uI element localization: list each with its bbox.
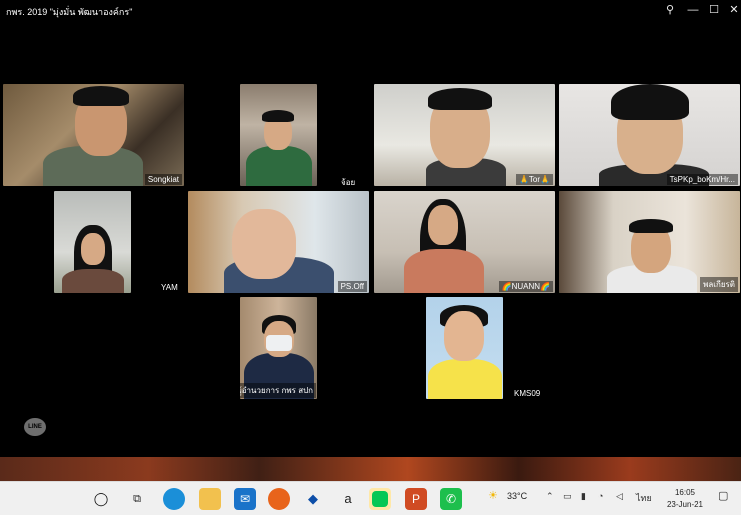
minimize-button[interactable]: — (683, 2, 703, 18)
screen: กพร. 2019 "มุ่งมั่น พัฒนาองค์กร" ⚲ — ☐ ✕… (0, 0, 741, 515)
video-tile[interactable]: Songkiat (3, 84, 184, 186)
video-tile[interactable]: PS.Off (188, 191, 369, 293)
line-icon[interactable] (369, 488, 391, 510)
task-view-icon[interactable]: ⧉ (126, 488, 148, 510)
clock-date: 23-Jun-21 (666, 500, 704, 509)
microphone-icon[interactable]: ▮ (581, 491, 586, 502)
title-bar: กพร. 2019 "มุ่งมั่น พัฒนาองค์กร" ⚲ — ☐ ✕ (0, 0, 741, 20)
pin-icon[interactable]: ⚲ (660, 2, 680, 18)
participant-name: พลเกียรติ (700, 277, 738, 292)
participant-name: 🌈NUANN🌈 (498, 281, 553, 292)
amazon-icon[interactable]: a (337, 488, 359, 510)
line-logo-icon: LINE (24, 418, 46, 436)
video-tile[interactable] (426, 297, 503, 399)
close-button[interactable]: ✕ (724, 2, 741, 18)
participant-name: PS.Off (337, 281, 367, 292)
participant-name: 🙏Tor🙏 (515, 174, 553, 185)
participant-name: YAM (161, 283, 178, 292)
window-title: กพร. 2019 "มุ่งมั่น พัฒนาองค์กร" (6, 7, 133, 17)
edge-icon[interactable] (163, 488, 185, 510)
clock-time: 16:05 (674, 488, 696, 497)
powerpoint-icon[interactable]: P (405, 488, 427, 510)
video-tile[interactable]: ผู้อำนวยการ กพร สปก (240, 297, 317, 399)
file-explorer-icon[interactable] (199, 488, 221, 510)
speaker-icon[interactable]: ◁ (616, 491, 623, 502)
language-indicator[interactable]: ไทย (636, 491, 652, 505)
weather-temperature[interactable]: 33°C (507, 491, 527, 501)
video-tile[interactable]: 🌈NUANN🌈 (374, 191, 555, 293)
circle-search-icon[interactable]: ◯ (90, 488, 112, 510)
wifi-icon[interactable]: ◔ (598, 491, 603, 501)
desktop-wallpaper (0, 457, 741, 481)
weather-icon: ☀ (488, 490, 498, 502)
usb-icon[interactable]: ▭ (563, 491, 572, 502)
mail-icon[interactable]: ✉ (234, 488, 256, 510)
video-tile[interactable] (240, 84, 317, 186)
participant-name: TsPKp_boKm/Hr... (666, 174, 738, 185)
video-tile-active-speaker[interactable]: พลเกียรติ (559, 191, 740, 293)
maximize-button[interactable]: ☐ (704, 2, 724, 18)
zoom-meeting-window: กพร. 2019 "มุ่งมั่น พัฒนาองค์กร" ⚲ — ☐ ✕… (0, 0, 741, 457)
video-tile[interactable]: TsPKp_boKm/Hr... (559, 84, 740, 186)
taskbar: ◯ ⧉ ✉ ◆ a P ✆ ☀ 33°C ⌃ ▭ ▮ ◔ ◁ ไทย 16:05… (0, 481, 741, 515)
participant-name: จ้อย (341, 178, 356, 187)
chevron-up-icon[interactable]: ⌃ (546, 491, 554, 502)
video-tile[interactable]: 🙏Tor🙏 (374, 84, 555, 186)
dropbox-icon[interactable]: ◆ (302, 488, 324, 510)
video-tile[interactable] (54, 191, 131, 293)
phone-icon[interactable]: ✆ (440, 488, 462, 510)
notification-icon[interactable]: ▢ (718, 489, 728, 502)
participant-name: KMS09 (514, 389, 541, 398)
participant-name: ผู้อำนวยการ กพร สปก (240, 383, 316, 398)
participant-name: Songkiat (144, 174, 182, 185)
firefox-icon[interactable] (268, 488, 290, 510)
clock[interactable]: 16:05 23-Jun-21 (662, 487, 708, 511)
face-mask (266, 335, 292, 351)
